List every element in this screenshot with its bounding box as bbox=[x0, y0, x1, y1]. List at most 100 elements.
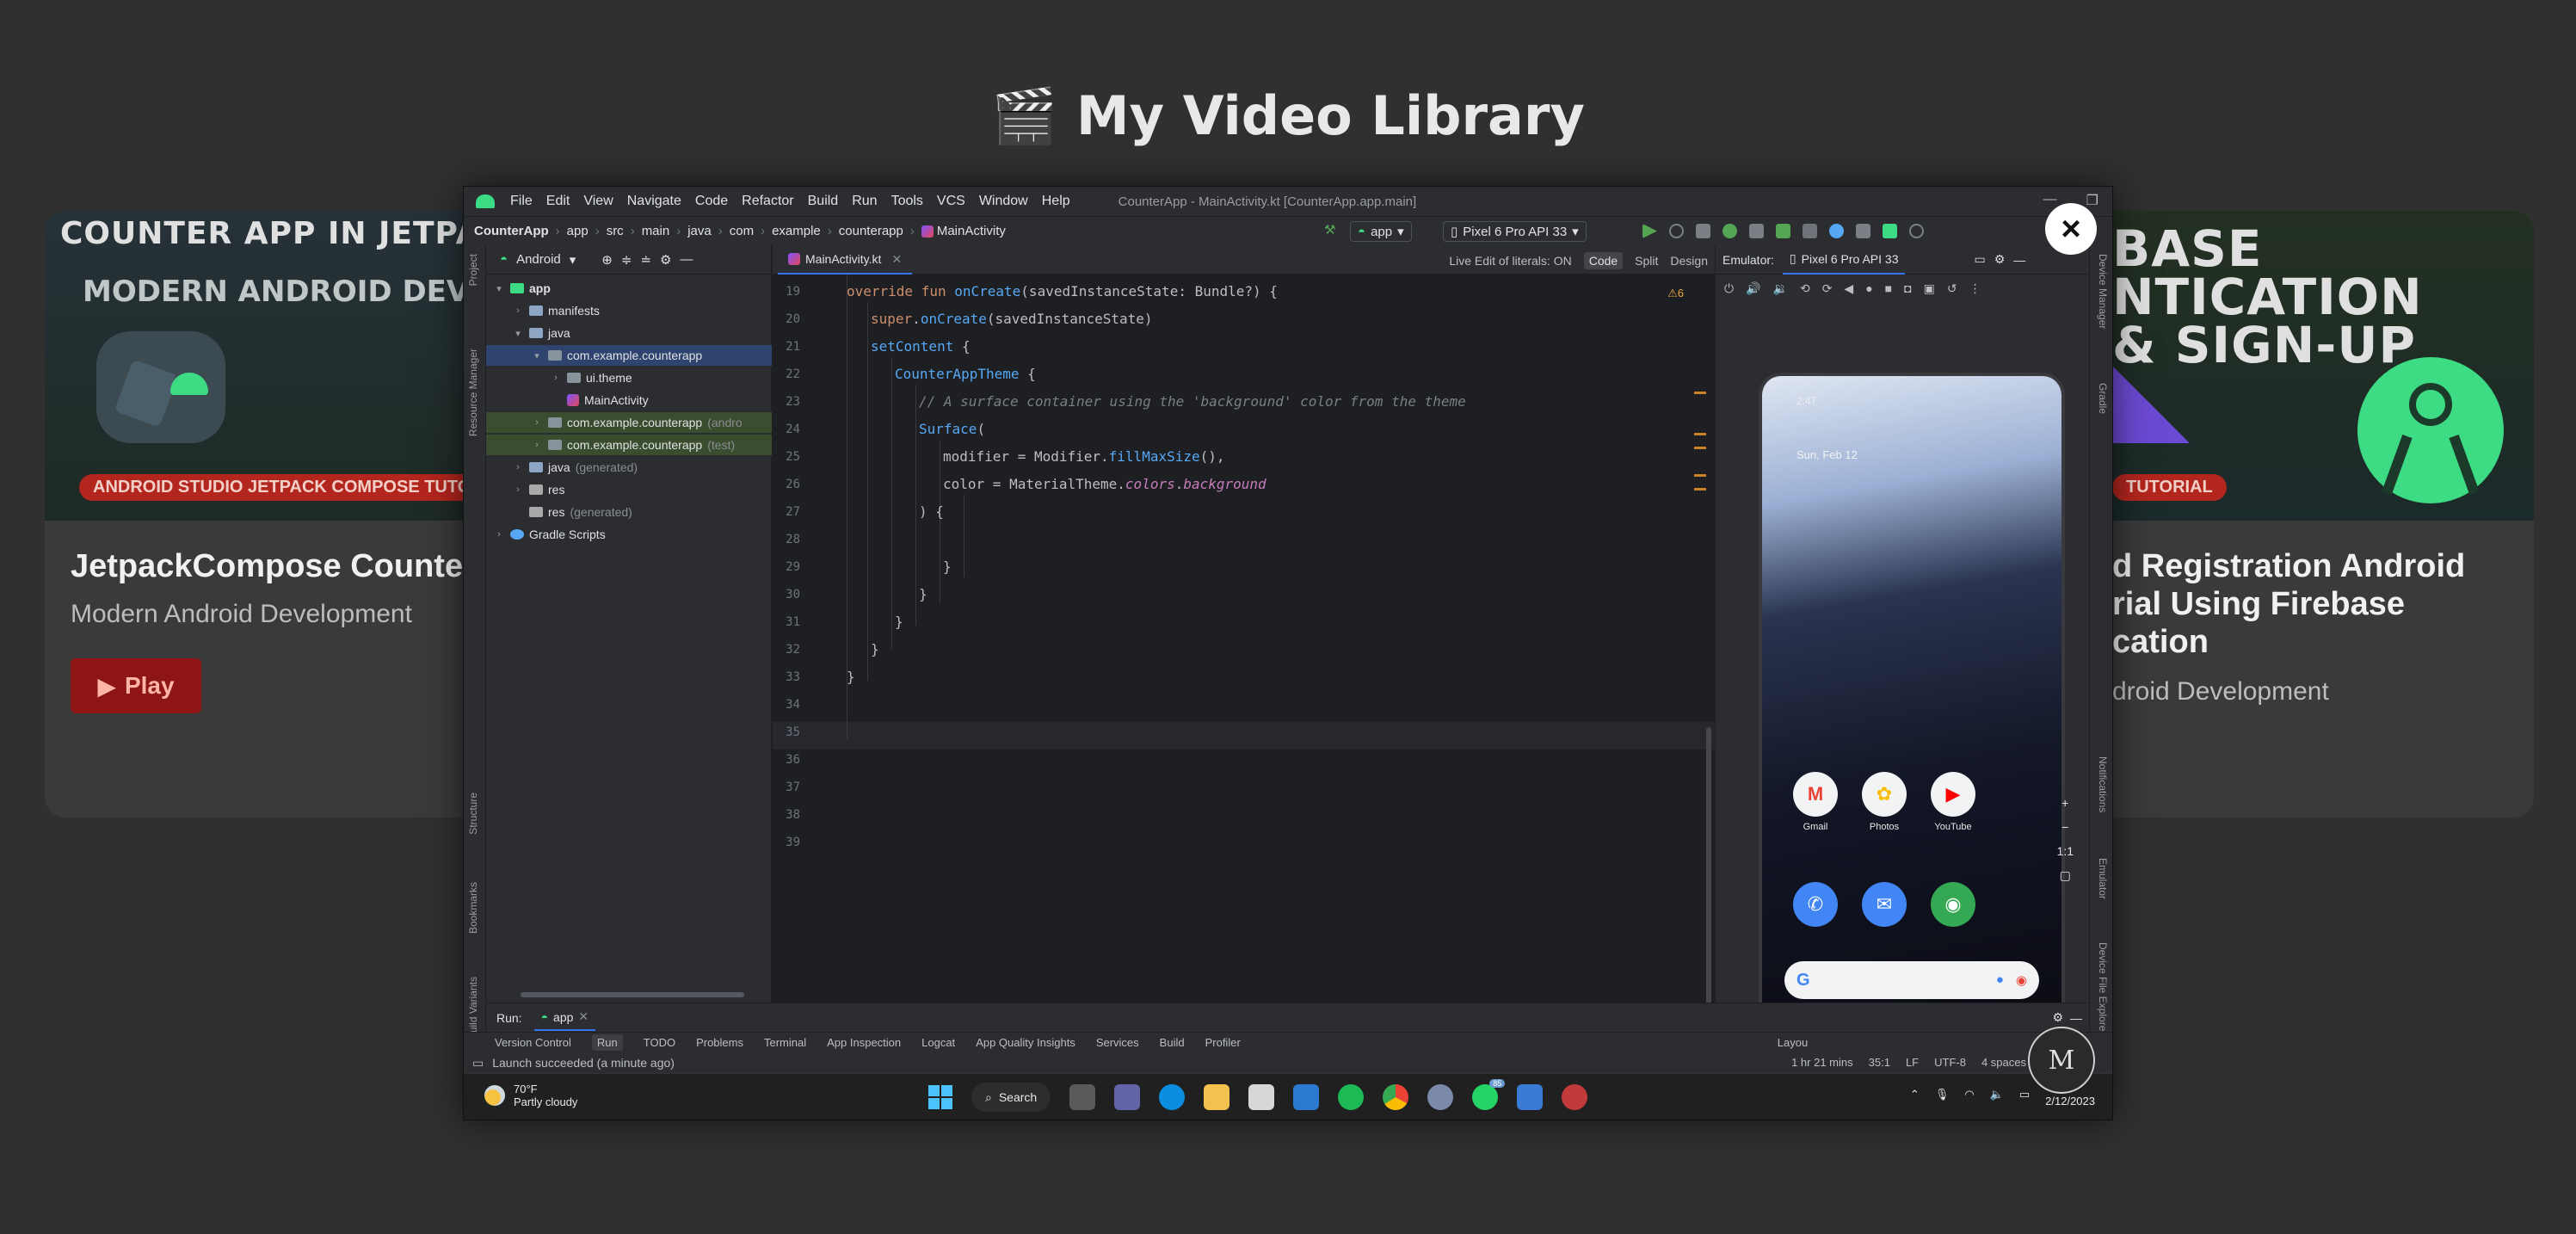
status-encoding[interactable]: UTF-8 bbox=[1934, 1056, 1966, 1069]
emulator-tab[interactable]: ▯ Pixel 6 Pro API 33 bbox=[1782, 245, 1906, 275]
weather-widget[interactable]: 70°F Partly cloudy bbox=[484, 1083, 577, 1108]
design-mode-button[interactable]: Design bbox=[1670, 254, 1708, 268]
expand-arrow-icon[interactable]: ▾ bbox=[531, 350, 543, 361]
status-panel-icon[interactable]: ▭ bbox=[472, 1056, 484, 1070]
tool-run[interactable]: Run bbox=[591, 1034, 623, 1051]
menu-view[interactable]: View bbox=[583, 194, 613, 209]
status-timer[interactable]: 1 hr 21 mins bbox=[1791, 1056, 1853, 1069]
breadcrumb-item[interactable]: src bbox=[607, 224, 624, 238]
chevron-up-icon[interactable]: ⌃ bbox=[1910, 1088, 1920, 1101]
tree-item[interactable]: ▾ com.example.counterapp bbox=[486, 345, 772, 366]
lens-icon[interactable]: ◉ bbox=[2016, 972, 2027, 988]
menu-help[interactable]: Help bbox=[1042, 194, 1070, 209]
menu-file[interactable]: File bbox=[510, 194, 533, 209]
video-thumbnail[interactable]: COUNTER APP IN JETPACK C MODERN ANDROID … bbox=[45, 211, 527, 521]
taskbar-search[interactable]: ⌕ Search bbox=[971, 1083, 1051, 1112]
breadcrumb-item[interactable]: app bbox=[567, 224, 589, 238]
breadcrumb-file[interactable]: MainActivity bbox=[921, 224, 1006, 238]
tool-terminal[interactable]: Terminal bbox=[764, 1036, 806, 1049]
sdk-manager-icon[interactable] bbox=[1883, 224, 1897, 238]
menu-code[interactable]: Code bbox=[695, 194, 728, 209]
breadcrumb-item[interactable]: main bbox=[642, 224, 670, 238]
settings-icon[interactable] bbox=[1909, 224, 1924, 238]
dock-icon-messages[interactable]: ✉ bbox=[1862, 882, 1907, 927]
expand-arrow-icon[interactable]: ▾ bbox=[493, 283, 505, 294]
more-icon[interactable]: ⋮ bbox=[1969, 281, 1981, 296]
breadcrumb-item[interactable]: example bbox=[772, 224, 821, 238]
tool-app-quality-insights[interactable]: App Quality Insights bbox=[976, 1036, 1075, 1049]
minimize-icon[interactable]: — bbox=[2043, 192, 2057, 209]
breadcrumb-item[interactable]: com bbox=[730, 224, 754, 238]
edge-icon[interactable] bbox=[1159, 1084, 1186, 1110]
expand-arrow-icon[interactable]: › bbox=[531, 440, 543, 450]
breadcrumb-item[interactable]: CounterApp bbox=[474, 224, 549, 238]
hide-icon[interactable]: — bbox=[2070, 1011, 2082, 1025]
mail-icon[interactable] bbox=[1293, 1084, 1320, 1110]
dock-icon-chrome[interactable]: ◉ bbox=[1931, 882, 1975, 927]
app-icon-youtube[interactable]: ▶ bbox=[1931, 772, 1975, 817]
tree-item[interactable]: › com.example.counterapp (test) bbox=[486, 435, 772, 455]
target-icon[interactable]: ⊕ bbox=[601, 252, 613, 268]
tool-build[interactable]: Build bbox=[1160, 1036, 1185, 1049]
tool-resource-manager[interactable]: Resource Manager bbox=[467, 349, 479, 436]
close-tab-icon[interactable]: ✕ bbox=[891, 252, 902, 267]
maximize-icon[interactable]: ❐ bbox=[2086, 192, 2098, 209]
menu-refactor[interactable]: Refactor bbox=[742, 194, 793, 209]
tree-item[interactable]: › Gradle Scripts bbox=[486, 524, 772, 545]
volume-icon[interactable]: 🔈 bbox=[1990, 1088, 2004, 1101]
teams-icon[interactable] bbox=[1114, 1084, 1141, 1110]
hammer-icon[interactable]: ⚒ bbox=[1324, 222, 1335, 238]
settings-app-icon[interactable] bbox=[1427, 1084, 1454, 1110]
zoom-fit-button[interactable]: ▢ bbox=[2060, 868, 2071, 883]
zoom-actual-button[interactable]: 1:1 bbox=[2057, 844, 2074, 858]
chrome-icon[interactable] bbox=[1383, 1084, 1409, 1110]
play-button[interactable]: ▶ Play bbox=[71, 658, 201, 713]
tool-todo[interactable]: TODO bbox=[644, 1036, 675, 1049]
windows-start-icon[interactable] bbox=[928, 1085, 952, 1109]
tree-item[interactable]: › res bbox=[486, 479, 772, 500]
run-tab[interactable]: ◓ app ✕ bbox=[533, 1004, 596, 1031]
collapse-all-icon[interactable]: ≐ bbox=[640, 252, 651, 268]
window-icon[interactable]: ▭ bbox=[1974, 252, 1985, 267]
rotate-right-icon[interactable]: ⟳ bbox=[1822, 281, 1833, 296]
menu-run[interactable]: Run bbox=[852, 194, 877, 209]
back-icon[interactable]: ◀ bbox=[1844, 281, 1853, 296]
split-mode-button[interactable]: Split bbox=[1635, 254, 1658, 268]
gear-icon[interactable]: ⚙ bbox=[2052, 1010, 2063, 1025]
tool-project[interactable]: Project bbox=[467, 254, 479, 286]
gear-icon[interactable]: ⚙ bbox=[1994, 252, 2006, 267]
rerun-icon[interactable] bbox=[1669, 224, 1684, 238]
zoom-in-button[interactable]: + bbox=[2061, 796, 2068, 810]
task-view-icon[interactable] bbox=[1069, 1084, 1096, 1110]
tree-item[interactable]: › java (generated) bbox=[486, 457, 772, 478]
hide-icon[interactable]: — bbox=[2013, 253, 2025, 267]
expand-arrow-icon[interactable]: › bbox=[512, 462, 524, 472]
power-icon[interactable]: ⏻ bbox=[1724, 281, 1734, 296]
tree-item[interactable]: ▾ app bbox=[486, 278, 772, 299]
device-manager-icon[interactable] bbox=[1856, 224, 1870, 238]
expand-arrow-icon[interactable]: › bbox=[512, 305, 524, 316]
run-icon[interactable] bbox=[1642, 224, 1657, 238]
google-search-bar[interactable]: G ● ◉ bbox=[1784, 961, 2039, 999]
home-icon[interactable]: ● bbox=[1865, 281, 1872, 295]
expand-arrow-icon[interactable]: › bbox=[493, 529, 505, 540]
tool-structure[interactable]: Structure bbox=[467, 793, 479, 835]
screenshot-icon[interactable]: ◘ bbox=[1904, 281, 1911, 295]
menu-build[interactable]: Build bbox=[808, 194, 839, 209]
menu-vcs[interactable]: VCS bbox=[937, 194, 965, 209]
tree-item[interactable]: › com.example.counterapp (andro bbox=[486, 412, 772, 433]
tool-device-file-explorer[interactable]: Device File Explorer bbox=[2097, 942, 2109, 1034]
spotify-icon[interactable] bbox=[1338, 1084, 1365, 1110]
emulator-taskbar-icon[interactable] bbox=[1562, 1084, 1588, 1110]
video-card[interactable]: BASE NTICATION & SIGN-UP TUTORIAL d Regi… bbox=[2052, 211, 2534, 818]
apply-changes-icon[interactable] bbox=[1696, 224, 1710, 238]
warnings-indicator[interactable]: ⚠6 bbox=[1667, 287, 1684, 300]
tool-notifications[interactable]: Notifications bbox=[2097, 756, 2109, 812]
menu-edit[interactable]: Edit bbox=[546, 194, 570, 209]
run-config-select[interactable]: ◓ app ▾ bbox=[1350, 221, 1412, 242]
tree-item[interactable]: MainActivity bbox=[486, 390, 772, 410]
store-icon[interactable] bbox=[1248, 1084, 1275, 1110]
menu-window[interactable]: Window bbox=[979, 194, 1028, 209]
stop-icon[interactable] bbox=[1803, 224, 1817, 238]
tool-gradle[interactable]: Gradle bbox=[2097, 383, 2109, 414]
